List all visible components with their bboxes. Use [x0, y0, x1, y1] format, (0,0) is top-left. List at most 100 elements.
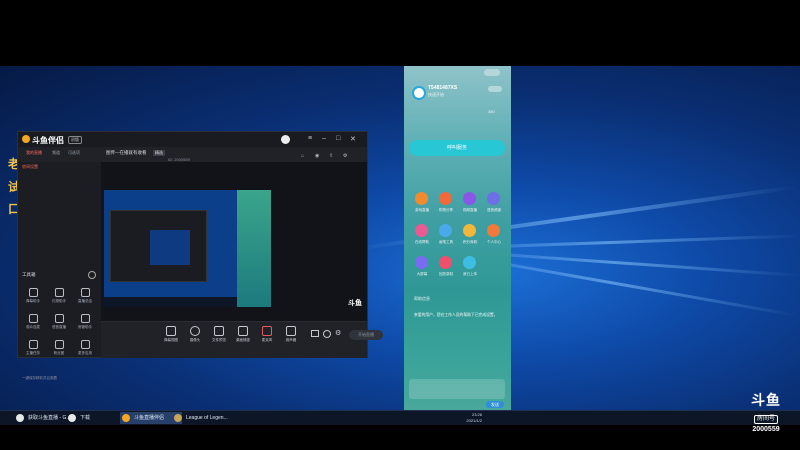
upload-icon[interactable]: [463, 256, 476, 269]
app-label: 画笔工具: [439, 240, 453, 244]
file-preview-button[interactable]: 文件预览: [207, 326, 231, 343]
tool-label: 房管助手: [78, 325, 92, 329]
camera-button[interactable]: 摄像头: [183, 326, 207, 343]
points-mall-icon[interactable]: [463, 224, 476, 237]
toolbar-label: 摄像头: [189, 338, 201, 342]
app-label: 回放录制: [439, 272, 453, 276]
browser-icon: [68, 414, 76, 422]
minimize-icon[interactable]: –: [322, 135, 326, 142]
room-label[interactable]: 房间设置: [22, 164, 38, 170]
tool-voice[interactable]: 语音直播: [47, 314, 71, 330]
speaker-button[interactable]: 扬声器: [279, 326, 303, 343]
replay-icon[interactable]: [439, 256, 452, 269]
tool-link-mic[interactable]: 观众连麦: [21, 314, 45, 330]
version-badge[interactable]: 初版: [68, 136, 82, 144]
taskbar: 获取斗鱼直播 - G... 下载 斗鱼直播伴侣 League of Legen.…: [0, 410, 800, 425]
user-sub: 快速开始: [428, 92, 444, 97]
toolbar-label: 弹幕视图: [164, 338, 178, 342]
help-icon[interactable]: [415, 224, 428, 237]
clock[interactable]: 23:26 2021/1/2: [466, 412, 482, 424]
tool-task[interactable]: 主播任务: [21, 340, 45, 356]
fans-icon: [54, 340, 64, 349]
menu-icon[interactable]: ≡: [308, 135, 312, 142]
stream-watermark: 斗鱼 房间号 2000559: [744, 393, 788, 434]
taskbar-item[interactable]: 下载: [66, 412, 128, 424]
video-live-icon[interactable]: [463, 192, 476, 205]
bottom-toolbar: 弹幕视图 摄像头 文件预览 桌面捕捉 麦克风 扬声器 ⚙ 开始直播: [101, 321, 383, 358]
record-icon[interactable]: [311, 330, 319, 337]
send-button[interactable]: 发送: [486, 401, 504, 408]
avatar[interactable]: [412, 86, 426, 100]
footer-note: 一键保存精彩并且观看: [22, 376, 57, 380]
live-companion-window: 斗鱼伴侣 初版 ≡ – □ ✕ 我的直播 频道 可选项 图传—在播就有收看 精选…: [17, 131, 383, 380]
stat-value: 380: [488, 109, 495, 114]
game-live-icon[interactable]: [415, 192, 428, 205]
toolbar-label: 扬声器: [285, 338, 297, 342]
microphone-button[interactable]: 麦克风: [255, 326, 279, 343]
tool-label: 主播任务: [26, 351, 40, 355]
tab-channel[interactable]: 频道: [52, 150, 60, 156]
title-badge: 精选: [153, 150, 165, 156]
toolbar-label: 麦克风: [261, 338, 273, 342]
tool-label: 观众连麦: [26, 325, 40, 329]
nested-side-panel: [237, 190, 271, 307]
voice-channel-icon[interactable]: [487, 192, 500, 205]
tool-label: 弹幕助手: [26, 299, 40, 303]
profile-icon[interactable]: [487, 224, 500, 237]
app-label: 积分商城: [463, 240, 477, 244]
close-icon[interactable]: ✕: [350, 135, 356, 143]
camera-icon: [190, 326, 200, 336]
gift-icon[interactable]: ⌂: [301, 153, 304, 159]
brush-icon[interactable]: [439, 224, 452, 237]
tool-room-admin[interactable]: 房管助手: [73, 314, 97, 330]
settings-icon[interactable]: ⚙: [343, 153, 347, 159]
file-icon: [214, 326, 224, 336]
big-screen-icon[interactable]: [415, 256, 428, 269]
toolbar-label: 文件预览: [212, 338, 226, 342]
tab-my-live[interactable]: 我的直播: [26, 150, 42, 156]
chat-input[interactable]: [409, 379, 505, 399]
stream-title[interactable]: 图传—在播就有收看: [106, 150, 147, 156]
app-subbar: 我的直播 频道 可选项 图传—在播就有收看 精选 ID: 2000559 ⌂ ◉…: [18, 147, 367, 163]
tool-label: 直播总结: [78, 299, 92, 303]
nested-desktop-preview: [150, 230, 190, 265]
avatar[interactable]: [281, 135, 290, 144]
settings-icon[interactable]: ⚙: [335, 329, 341, 337]
browser-icon: [16, 414, 24, 422]
more-icon: [80, 340, 90, 349]
timer-icon[interactable]: [323, 330, 331, 338]
tool-gift[interactable]: 礼物助手: [47, 288, 71, 304]
app-label: 在线帮助: [415, 240, 429, 244]
tool-more[interactable]: 更多应用: [73, 340, 97, 356]
maximize-icon[interactable]: □: [336, 135, 340, 142]
record-icon[interactable]: ◉: [315, 153, 319, 159]
level-badge: [488, 86, 502, 92]
tool-summary[interactable]: 直播总结: [73, 288, 97, 304]
voice-icon: [54, 314, 64, 323]
call-service-button[interactable]: 呼叫服务: [409, 140, 505, 156]
tool-label: 语音直播: [52, 325, 66, 329]
danmu-icon: [28, 288, 38, 297]
toggle-icon[interactable]: [484, 69, 500, 76]
watermark-sub: 房间号: [753, 415, 778, 424]
app-label: 大屏幕: [416, 272, 428, 276]
start-live-button[interactable]: 开始直播: [349, 330, 383, 340]
tool-danmu[interactable]: 弹幕助手: [21, 288, 45, 304]
toolbar-label: 桌面捕捉: [236, 338, 250, 342]
toolbox-settings-icon[interactable]: [88, 271, 96, 279]
danmu-view-icon: [166, 326, 176, 336]
danmu-view-button[interactable]: 弹幕视图: [159, 326, 183, 343]
shopping-icon[interactable]: [439, 192, 452, 205]
assistant-side-panel: T5481487XS 快速开始 380 呼叫服务 游戏直播 购物分享 视频直播 …: [404, 66, 511, 412]
desktop-icon: [238, 326, 248, 336]
taskbar-item[interactable]: League of Legen...: [172, 412, 238, 424]
app-label: 我已上传: [463, 272, 477, 276]
desktop-capture-button[interactable]: 桌面捕捉: [231, 326, 255, 343]
tool-fans[interactable]: 粉丝团: [47, 340, 71, 356]
tool-label: 粉丝团: [53, 351, 65, 355]
share-icon[interactable]: ⇪: [329, 153, 333, 159]
tab-options[interactable]: 可选项: [68, 150, 80, 156]
tool-panel: 房间设置 工具箱 弹幕助手 礼物助手 直播总结 观众连麦 语音直播 房管助手 主…: [18, 162, 102, 380]
preview-watermark: 斗鱼: [348, 300, 362, 307]
taskbar-label: 斗鱼直播伴侣: [134, 415, 165, 421]
